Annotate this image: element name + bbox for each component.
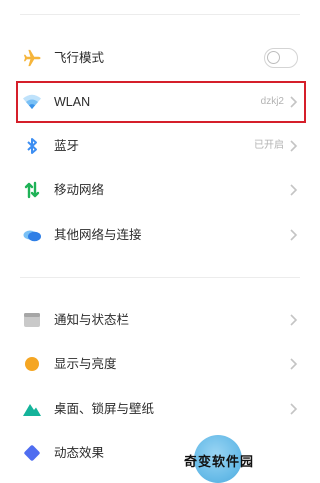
airplane-mode-label: 飞行模式 xyxy=(54,51,105,65)
divider-top xyxy=(20,14,300,15)
chevron-right-icon xyxy=(290,314,298,326)
settings-row-display[interactable]: 显示与亮度 xyxy=(0,344,320,384)
wallpaper-label: 桌面、锁屏与壁纸 xyxy=(54,402,155,416)
bluetooth-label: 蓝牙 xyxy=(54,139,80,153)
mobile-data-icon xyxy=(22,180,42,200)
notifications-label: 通知与状态栏 xyxy=(54,313,130,327)
chevron-right-icon xyxy=(290,184,298,196)
brightness-icon xyxy=(22,354,42,374)
divider-middle xyxy=(20,277,300,278)
display-label: 显示与亮度 xyxy=(54,357,117,371)
mobile-network-label: 移动网络 xyxy=(54,183,105,197)
animation-label: 动态效果 xyxy=(54,446,105,460)
watermark-text: 奇变软件园 xyxy=(184,454,255,469)
settings-row-mobile-network[interactable]: 移动网络 xyxy=(0,170,320,210)
mountain-icon xyxy=(22,399,42,419)
chevron-right-icon xyxy=(290,358,298,370)
watermark: 奇变软件园 xyxy=(180,433,300,483)
settings-row-notifications[interactable]: 通知与状态栏 xyxy=(0,300,320,340)
diamond-icon xyxy=(22,443,42,463)
other-networks-label: 其他网络与连接 xyxy=(54,228,142,242)
wlan-highlight-box xyxy=(16,81,306,123)
settings-row-airplane-mode[interactable]: 飞行模式 xyxy=(0,38,320,78)
notification-bar-icon xyxy=(22,310,42,330)
settings-row-bluetooth[interactable]: 蓝牙 已开启 xyxy=(0,126,320,166)
airplane-mode-toggle[interactable] xyxy=(264,48,298,68)
chevron-right-icon xyxy=(290,140,298,152)
chevron-right-icon xyxy=(290,229,298,241)
bluetooth-icon xyxy=(22,136,42,156)
settings-row-wallpaper[interactable]: 桌面、锁屏与壁纸 xyxy=(0,389,320,429)
settings-row-other-networks[interactable]: 其他网络与连接 xyxy=(0,215,320,255)
bluetooth-status-value: 已开启 xyxy=(254,140,284,151)
airplane-icon xyxy=(22,48,42,68)
cloud-icon xyxy=(22,225,42,245)
chevron-right-icon xyxy=(290,403,298,415)
